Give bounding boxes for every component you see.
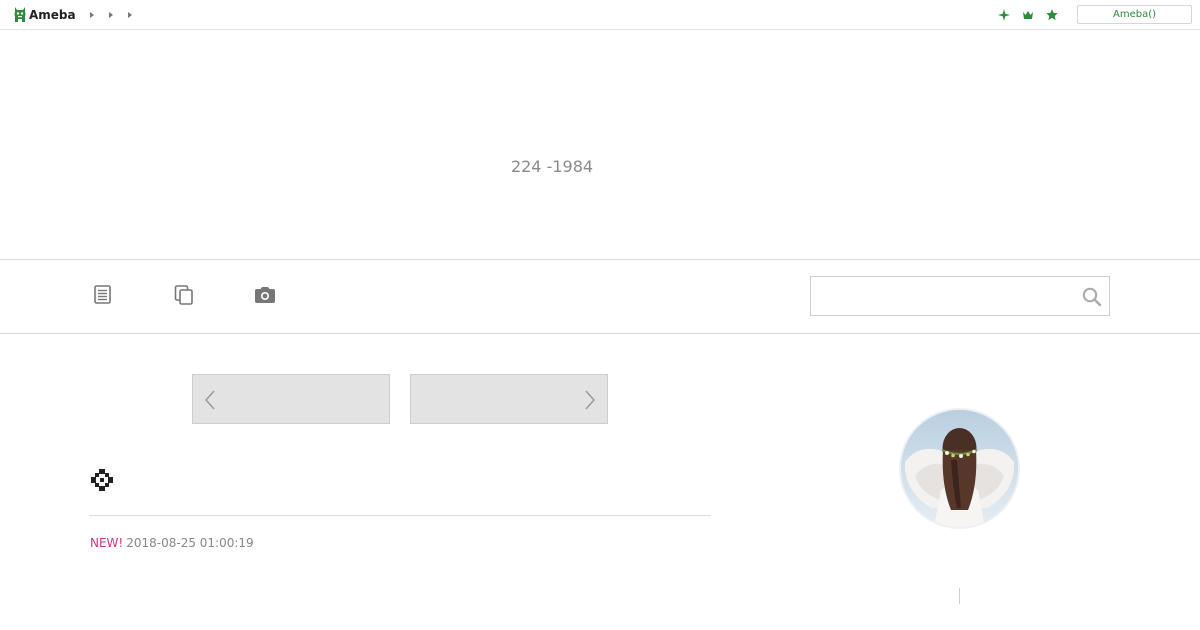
entry-meta: NEW! 2018-08-25 01:00:19 bbox=[90, 536, 254, 550]
star-icon[interactable] bbox=[1045, 8, 1059, 22]
entry-title-emoji-icon[interactable] bbox=[90, 468, 114, 492]
ameba-login-button[interactable]: Ameba() bbox=[1077, 5, 1192, 24]
photo-camera-icon[interactable] bbox=[253, 284, 277, 306]
theme-pages-icon[interactable] bbox=[172, 284, 196, 306]
breadcrumb-arrow-icon[interactable] bbox=[126, 10, 134, 20]
breadcrumb-arrow-icon[interactable] bbox=[88, 10, 96, 20]
sidebar-divider bbox=[959, 588, 960, 604]
profile-avatar[interactable] bbox=[899, 408, 1020, 529]
chevron-left-icon bbox=[205, 390, 215, 410]
crown-icon[interactable] bbox=[1021, 8, 1035, 22]
blog-header: 224 -1984 bbox=[0, 30, 1200, 260]
blog-search-input[interactable] bbox=[812, 278, 1078, 314]
breadcrumb-arrow-icon[interactable] bbox=[107, 10, 115, 20]
entries-list-icon[interactable] bbox=[91, 284, 115, 306]
sparkle-icon[interactable] bbox=[997, 8, 1011, 22]
new-badge: NEW! bbox=[90, 536, 124, 550]
entry-date: 2018-08-25 01:00:19 bbox=[126, 536, 254, 550]
previous-entry-button[interactable] bbox=[192, 374, 390, 424]
search-icon[interactable] bbox=[1081, 286, 1103, 308]
global-header: Ameba Ameba() bbox=[0, 0, 1200, 30]
ameba-mascot-icon bbox=[14, 7, 26, 22]
logo-text: Ameba bbox=[29, 8, 76, 22]
ameba-logo[interactable]: Ameba bbox=[13, 5, 76, 25]
blog-title[interactable]: 224 -1984 bbox=[0, 157, 1104, 176]
next-entry-button[interactable] bbox=[410, 374, 608, 424]
blog-search-box bbox=[810, 276, 1110, 316]
blog-nav bbox=[0, 260, 1200, 334]
chevron-right-icon bbox=[585, 390, 595, 410]
entry-divider bbox=[89, 515, 711, 516]
